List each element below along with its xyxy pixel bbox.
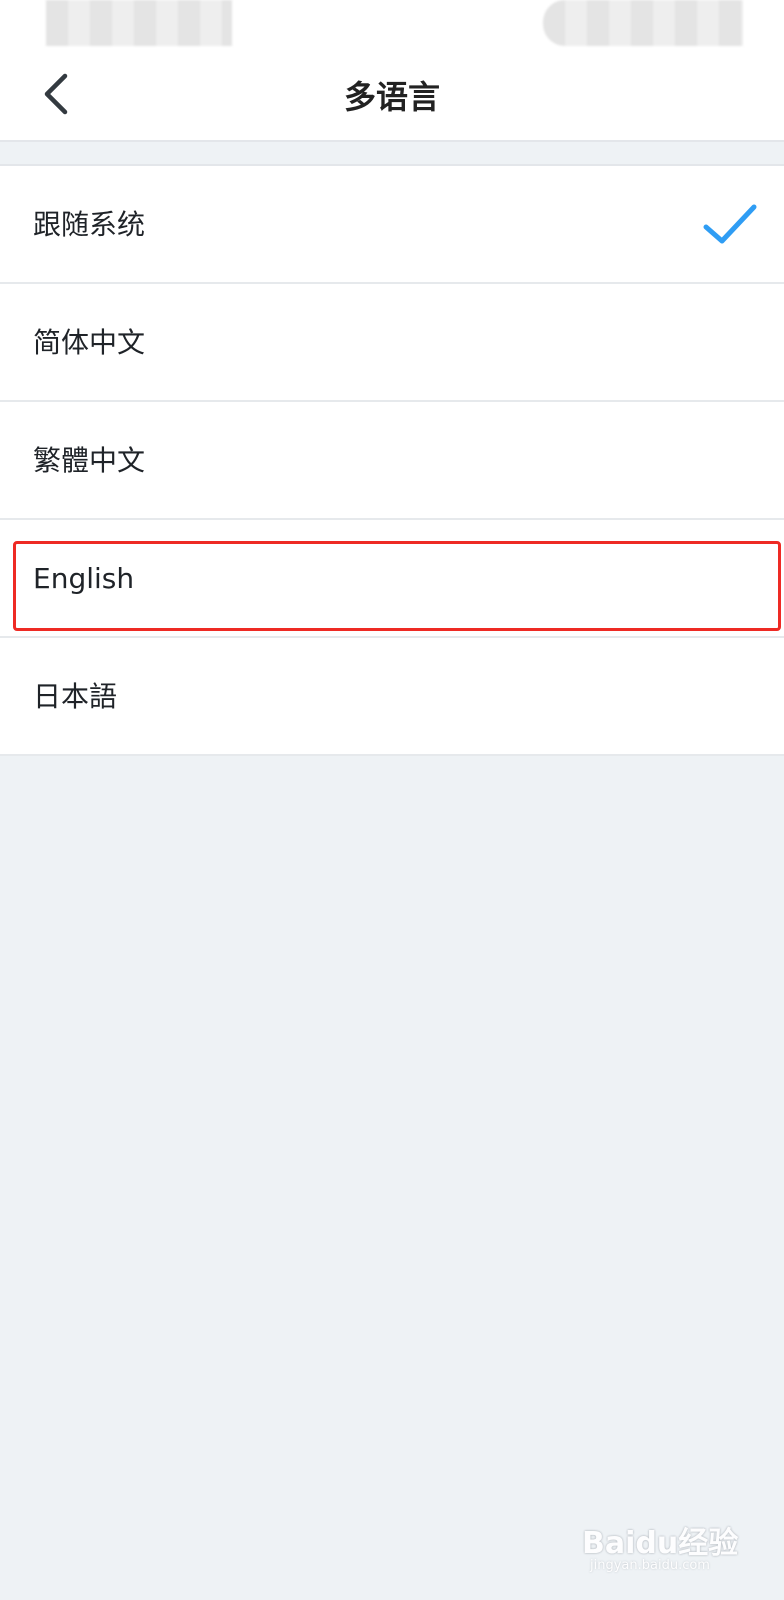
language-option-traditional-chinese[interactable]: 繁體中文 — [0, 402, 784, 520]
language-label: 简体中文 — [33, 326, 146, 359]
back-button[interactable] — [24, 62, 88, 126]
language-option-english[interactable]: English — [0, 520, 784, 638]
status-bar — [0, 0, 784, 52]
page-title: 多语言 — [343, 78, 440, 116]
blurred-status-right — [543, 0, 743, 46]
watermark-logo: Baidu经验 — [582, 1526, 739, 1561]
chevron-left-icon — [44, 73, 68, 115]
watermark-url: jingyan.baidu.com — [590, 1558, 710, 1573]
language-list: 跟随系统 简体中文 繁體中文 English 日本語 — [0, 164, 784, 756]
checkmark-icon — [703, 204, 757, 244]
language-label: 日本語 — [33, 680, 118, 713]
watermark: Baidu经验 jingyan.baidu.com — [582, 1512, 742, 1582]
language-option-follow-system[interactable]: 跟随系统 — [0, 166, 784, 284]
language-option-japanese[interactable]: 日本語 — [0, 638, 784, 756]
blurred-status-left — [46, 0, 232, 46]
language-label: 跟随系统 — [33, 208, 146, 241]
language-label: English — [33, 562, 135, 595]
language-option-simplified-chinese[interactable]: 简体中文 — [0, 284, 784, 402]
header-bar: 多语言 — [0, 52, 784, 142]
language-label: 繁體中文 — [33, 444, 146, 477]
section-gap — [0, 142, 784, 164]
